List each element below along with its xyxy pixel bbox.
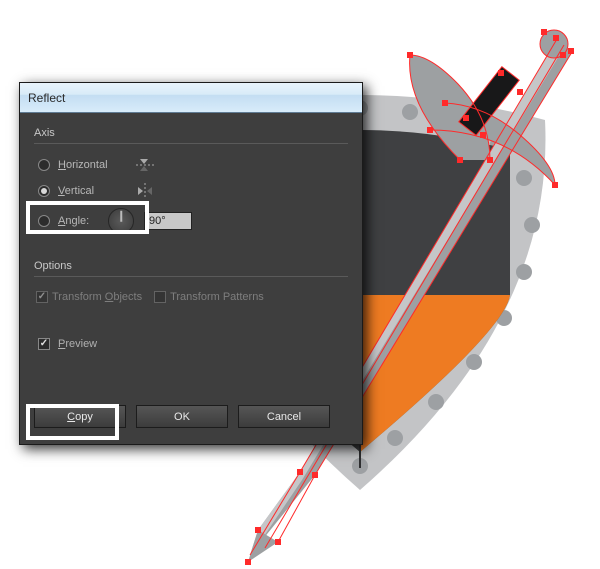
- ok-button[interactable]: OK: [136, 405, 228, 428]
- cancel-button[interactable]: Cancel: [238, 405, 330, 428]
- axis-angle-row[interactable]: Angle: 90°: [34, 204, 348, 238]
- options-row: Transform Objects Transform Patterns: [34, 285, 348, 309]
- options-group-label: Options: [34, 260, 348, 272]
- transform-objects-label: Transform Objects: [52, 291, 142, 303]
- angle-field[interactable]: 90°: [144, 212, 192, 230]
- copy-button[interactable]: Copy: [34, 405, 126, 428]
- angle-knob[interactable]: [108, 208, 134, 234]
- preview-row[interactable]: Preview: [34, 331, 348, 357]
- transform-patterns-label: Transform Patterns: [170, 291, 264, 303]
- button-bar: Copy OK Cancel: [20, 393, 362, 444]
- radio-horizontal[interactable]: [38, 159, 50, 171]
- reflect-vertical-icon: [136, 183, 154, 199]
- axis-divider: [34, 143, 348, 144]
- reflect-dialog: Reflect Axis Horizontal Vertical: [19, 82, 363, 445]
- checkbox-preview[interactable]: [38, 338, 50, 350]
- preview-label: Preview: [58, 338, 97, 350]
- radio-vertical[interactable]: [38, 185, 50, 197]
- axis-vertical-row[interactable]: Vertical: [34, 178, 348, 204]
- radio-angle[interactable]: [38, 215, 50, 227]
- checkbox-transform-patterns: [154, 291, 166, 303]
- checkbox-transform-objects: [36, 291, 48, 303]
- reflect-horizontal-icon: [136, 157, 154, 173]
- axis-horizontal-label: Horizontal: [58, 159, 130, 171]
- titlebar[interactable]: Reflect: [20, 83, 362, 113]
- axis-vertical-label: Vertical: [58, 185, 130, 197]
- options-divider: [34, 276, 348, 277]
- axis-angle-label: Angle:: [58, 215, 98, 227]
- axis-group-label: Axis: [34, 127, 348, 139]
- axis-horizontal-row[interactable]: Horizontal: [34, 152, 348, 178]
- dialog-title: Reflect: [28, 91, 65, 105]
